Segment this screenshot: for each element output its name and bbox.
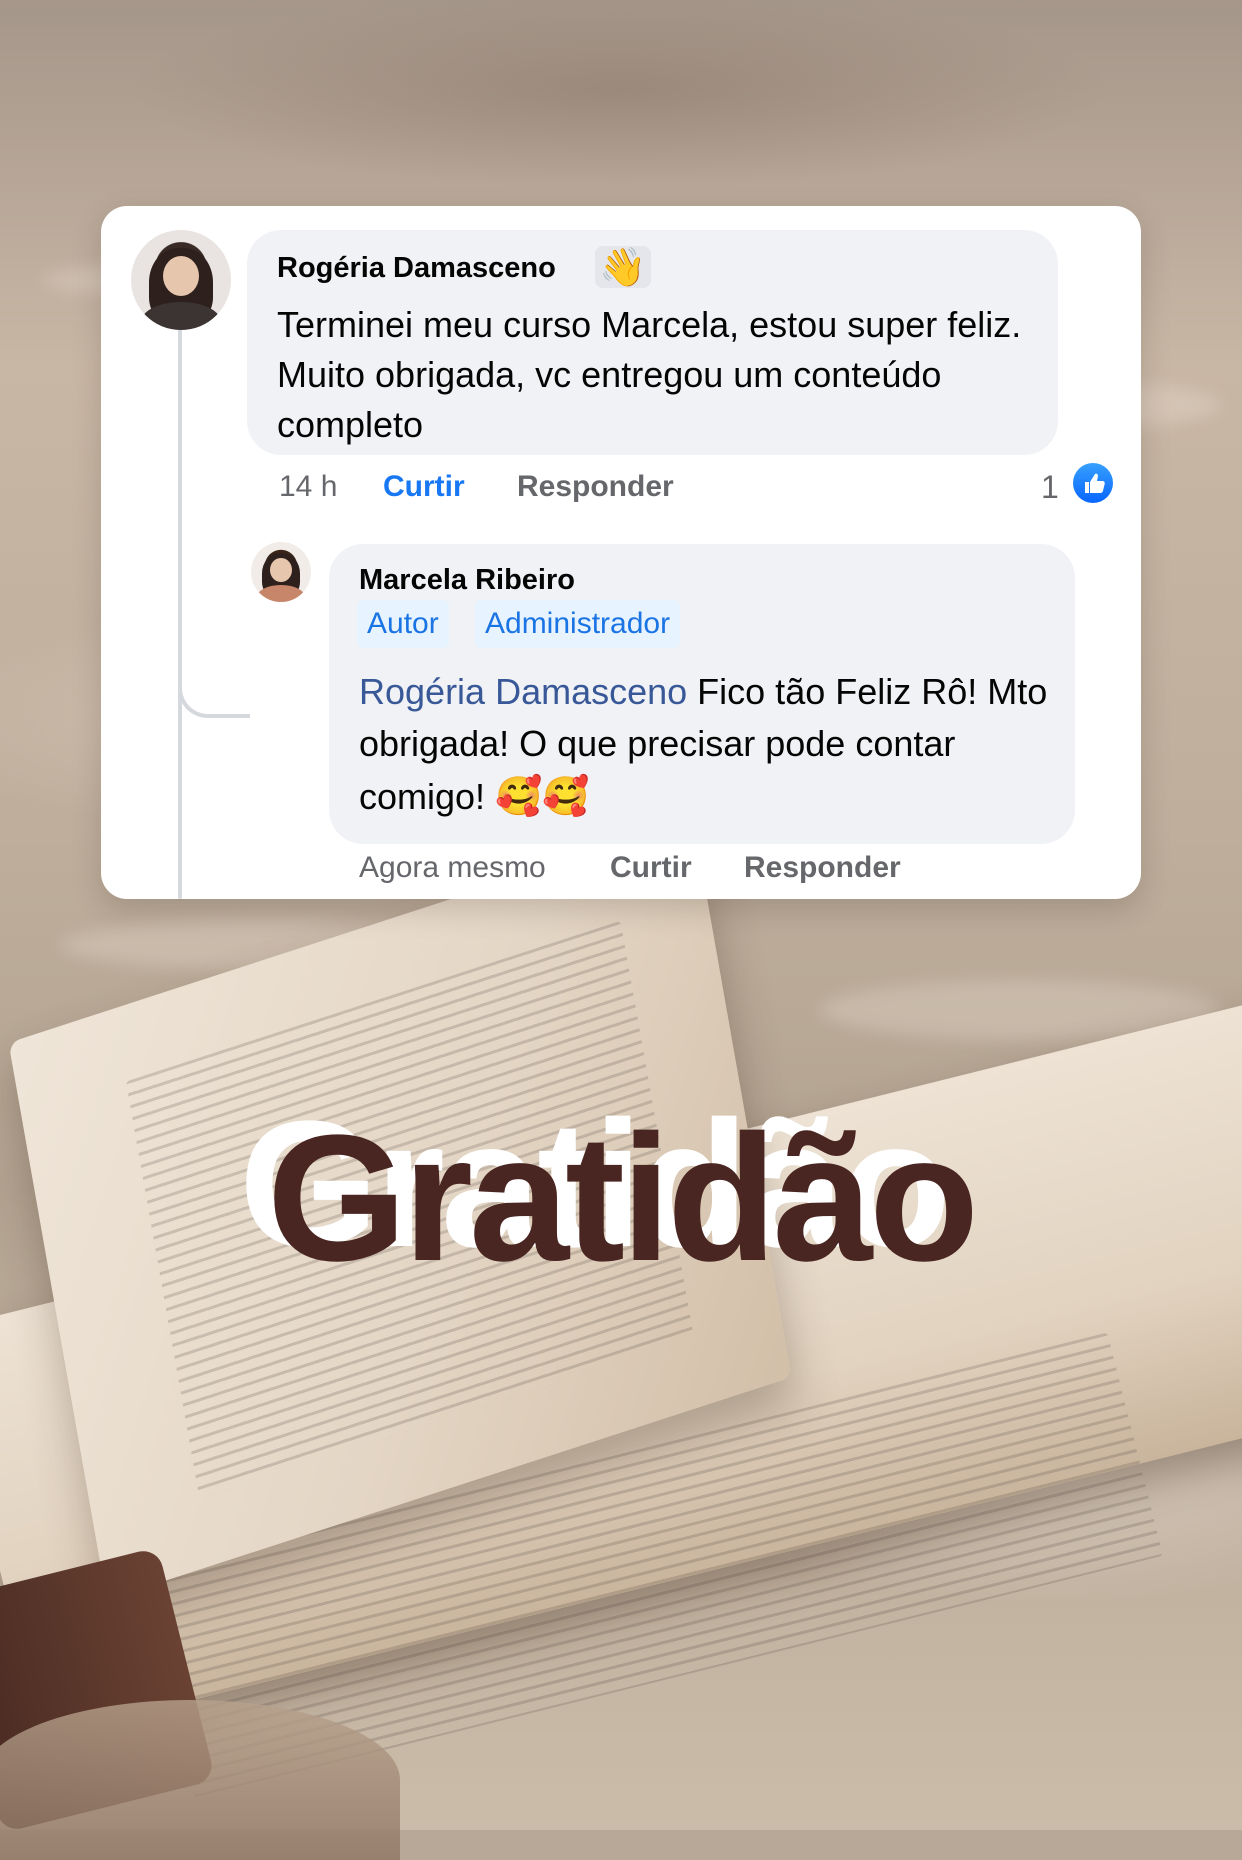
smiling-hearts-emoji-icon: 🥰🥰 [495, 774, 590, 818]
author-badge: Autor [357, 600, 449, 648]
like-button[interactable]: Curtir [610, 851, 692, 885]
reply-text: Rogéria Damasceno Fico tão Feliz Rô! Mto… [359, 666, 1059, 823]
blanket [0, 1700, 400, 1860]
thread-connector-curve [178, 682, 250, 718]
reply-button[interactable]: Responder [744, 851, 901, 885]
reply-author-name[interactable]: Marcela Ribeiro [359, 564, 575, 597]
avatar-shoulders [257, 585, 305, 602]
admin-badge: Administrador [475, 600, 681, 648]
reply-timestamp[interactable]: Agora mesmo [359, 851, 546, 885]
like-icon[interactable] [1073, 463, 1113, 503]
avatar[interactable] [131, 230, 231, 330]
reply-bubble: Marcela Ribeiro Autor Administrador Rogé… [329, 544, 1075, 844]
avatar-face [270, 557, 292, 582]
thumbs-up-icon [1085, 473, 1105, 493]
reaction-count[interactable]: 1 [1041, 469, 1059, 506]
like-button[interactable]: Curtir [383, 470, 465, 504]
mention-link[interactable]: Rogéria Damasceno [359, 671, 687, 712]
comment-timestamp[interactable]: 14 h [279, 470, 337, 504]
waving-hand-icon[interactable]: 👋 [595, 246, 651, 288]
avatar-face [163, 256, 199, 296]
comment-text: Terminei meu curso Marcela, estou super … [277, 304, 1022, 445]
reply-button[interactable]: Responder [517, 470, 674, 504]
overlay-title: Gratidão [266, 1098, 979, 1299]
thread-connector-line [178, 302, 182, 899]
comment-thread-card: Rogéria Damasceno 👋 Terminei meu curso M… [101, 206, 1141, 899]
avatar[interactable] [251, 542, 311, 602]
comment-bubble: Rogéria Damasceno 👋 Terminei meu curso M… [247, 230, 1058, 455]
comment-author-name[interactable]: Rogéria Damasceno [277, 252, 556, 285]
